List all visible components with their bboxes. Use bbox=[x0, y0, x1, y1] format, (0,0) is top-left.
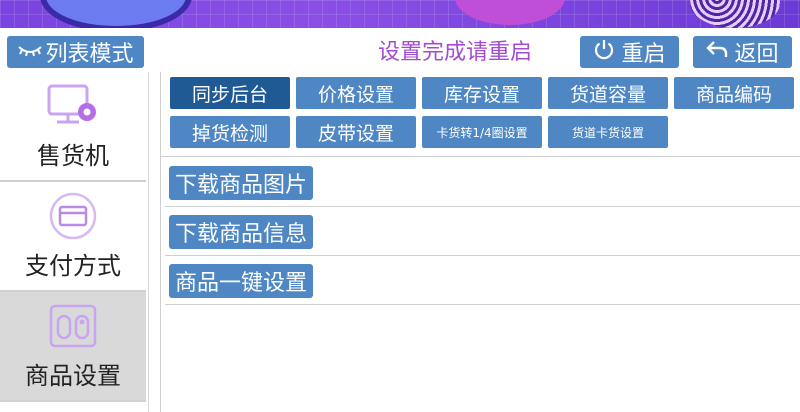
tab-belt-settings[interactable]: 皮带设置 bbox=[296, 116, 416, 148]
monitor-gear-icon bbox=[45, 82, 101, 130]
download-product-info-button[interactable]: 下载商品信息 bbox=[169, 215, 314, 249]
content-panel: 同步后台 价格设置 库存设置 货道容量 商品编码 掉货检测 皮带设置 卡货转1/… bbox=[160, 72, 800, 412]
restart-label: 重启 bbox=[621, 42, 666, 67]
back-label: 返回 bbox=[734, 42, 779, 67]
sidebar-item-label: 支付方式 bbox=[25, 252, 121, 280]
goods-settings-icon bbox=[45, 302, 101, 350]
sidebar-item-label: 售货机 bbox=[37, 142, 109, 170]
sidebar-item-goods-settings[interactable]: 商品设置 bbox=[0, 292, 146, 402]
restart-notice: 设置完成请重启 bbox=[378, 40, 533, 65]
power-icon bbox=[593, 38, 615, 66]
download-product-images-button[interactable]: 下载商品图片 bbox=[169, 166, 314, 200]
list-item: 下载商品信息 bbox=[165, 207, 800, 256]
one-click-product-setup-button[interactable]: 商品一键设置 bbox=[169, 264, 314, 298]
card-icon bbox=[45, 192, 101, 240]
tab-price-settings[interactable]: 价格设置 bbox=[296, 77, 416, 109]
list-mode-button[interactable]: 列表模式 bbox=[7, 36, 144, 68]
tab-sync-backend[interactable]: 同步后台 bbox=[170, 77, 290, 109]
top-banner bbox=[0, 0, 800, 28]
sidebar-item-payment[interactable]: 支付方式 bbox=[0, 182, 146, 292]
sidebar-item-vending-machine[interactable]: 售货机 bbox=[0, 72, 146, 182]
sidebar: 售货机 支付方式 商品设置 bbox=[0, 72, 149, 412]
back-button[interactable]: 返回 bbox=[693, 36, 792, 68]
sidebar-item-label: 商品设置 bbox=[25, 362, 121, 390]
tab-jam-quarter-turn-settings[interactable]: 卡货转1/4圈设置 bbox=[422, 116, 542, 148]
tab-lane-capacity[interactable]: 货道容量 bbox=[548, 77, 668, 109]
restart-button[interactable]: 重启 bbox=[580, 36, 679, 68]
eye-closed-icon bbox=[17, 40, 43, 65]
tab-product-code[interactable]: 商品编码 bbox=[674, 77, 794, 109]
tab-grid: 同步后台 价格设置 库存设置 货道容量 商品编码 掉货检测 皮带设置 卡货转1/… bbox=[161, 72, 800, 157]
tab-lane-jam-settings[interactable]: 货道卡货设置 bbox=[548, 116, 668, 148]
list-item: 下载商品图片 bbox=[165, 158, 800, 207]
list-mode-label: 列表模式 bbox=[45, 42, 134, 67]
header-bar: 列表模式 设置完成请重启 重启 返回 bbox=[0, 34, 800, 70]
tab-drop-detection[interactable]: 掉货检测 bbox=[170, 116, 290, 148]
list-item: 商品一键设置 bbox=[165, 256, 800, 305]
tab-stock-settings[interactable]: 库存设置 bbox=[422, 77, 542, 109]
back-arrow-icon bbox=[706, 39, 728, 65]
